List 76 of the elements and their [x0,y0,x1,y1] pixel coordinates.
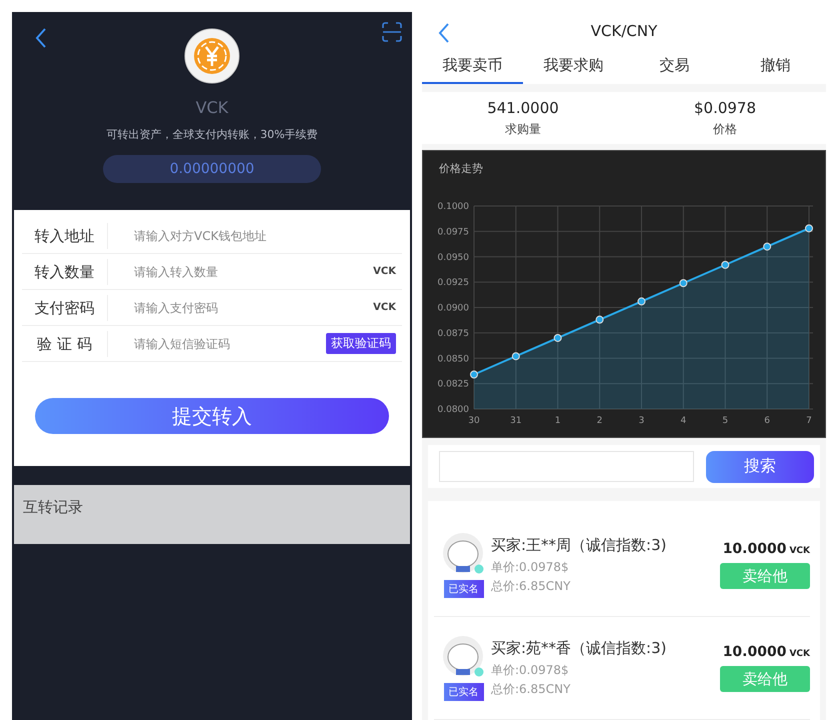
records-header: 互转记录 [14,485,410,544]
y-tick-label: 0.0850 [438,354,469,364]
amount-unit: VCK [789,546,810,556]
field-label: 转入地址 [22,222,108,248]
tab[interactable]: 交易 [624,50,725,84]
avatar [442,635,486,679]
stat-label: 价格 [713,120,737,138]
total-price: 总价:6.85CNY [491,578,572,594]
y-tick-label: 0.0800 [438,405,469,416]
order-amount: 10.0000 [722,541,786,557]
submit-button[interactable]: 提交转入 [35,398,389,434]
data-point [470,370,478,379]
field-label: 验 证 码 [22,330,108,356]
search-field[interactable] [439,451,694,482]
stat-value: $0.0978 [694,98,756,117]
x-tick-label: 31 [510,416,522,426]
verified-badge: 已实名 [444,683,484,701]
x-tick-label: 7 [806,416,812,426]
data-point [638,298,646,306]
data-point [596,316,604,324]
y-tick-label: 0.0950 [438,252,469,263]
scan-button[interactable] [382,22,402,42]
x-tick-label: 1 [554,416,561,426]
chart-title: 价格走势 [439,162,483,176]
stat-label: 求购量 [505,120,541,138]
input-field[interactable]: 请输入短信验证码 [108,336,326,352]
back-icon [438,23,450,43]
buyer-name: 买家:苑**香（诚信指数:3) [491,638,668,658]
data-point [512,352,520,360]
coin-icon [184,28,240,84]
unit-price: 单价:0.0978$ [491,662,570,678]
tab[interactable]: 撤销 [725,50,826,84]
total-price: 总价:6.85CNY [491,680,572,698]
data-point [805,224,813,232]
input-field[interactable]: 请输入转入数量 [108,264,374,280]
field-label: 支付密码 [22,294,108,320]
data-point [763,242,772,251]
get-code-button[interactable]: 获取验证码 [326,333,396,354]
y-tick-label: 0.0875 [438,329,469,340]
y-tick-label: 0.1000 [438,202,469,212]
x-tick-label: 3 [638,416,644,426]
unit-label: VCK [373,266,396,277]
transfer-note: 可转出资产，全球支付内转账，30%手续费 [106,127,318,142]
data-point [679,279,688,288]
verified-badge: 已实名 [444,580,484,598]
unit-label: VCK [373,302,396,313]
back-icon [35,28,47,48]
input-field[interactable]: 请输入支付密码 [108,300,374,316]
buyer-name: 买家:王**周（诚信指数:3) [491,536,668,554]
page-title: VCK/CNY [590,22,658,40]
unit-price: 单价:0.0978$ [491,558,570,576]
back-button[interactable] [438,23,450,43]
tab[interactable]: 我要卖币 [422,50,523,84]
back-button[interactable] [35,28,47,48]
search-button[interactable]: 搜索 [706,450,814,483]
stat-value: 541.0000 [487,98,559,117]
x-tick-label: 2 [596,416,602,426]
amount-unit: VCK [789,649,810,659]
y-tick-label: 0.0825 [438,380,469,390]
field-label: 转入数量 [22,258,108,284]
avatar [442,532,486,576]
data-point [721,261,730,269]
x-tick-label: 4 [680,416,686,426]
y-tick-label: 0.0975 [438,228,469,238]
input-field[interactable]: 请输入对方VCK钱包地址 [108,228,402,244]
x-tick-label: 30 [468,416,480,426]
x-tick-label: 5 [722,416,728,426]
balance-display: 0.00000000 [103,155,321,183]
tab[interactable]: 我要求购 [523,50,624,84]
data-point [554,334,562,342]
x-tick-label: 6 [764,416,770,426]
scan-icon [382,22,402,42]
y-tick-label: 0.0925 [438,278,469,288]
y-tick-label: 0.0900 [438,304,469,314]
order-amount: 10.0000 [722,644,786,660]
coin-name: VCK [196,98,228,117]
